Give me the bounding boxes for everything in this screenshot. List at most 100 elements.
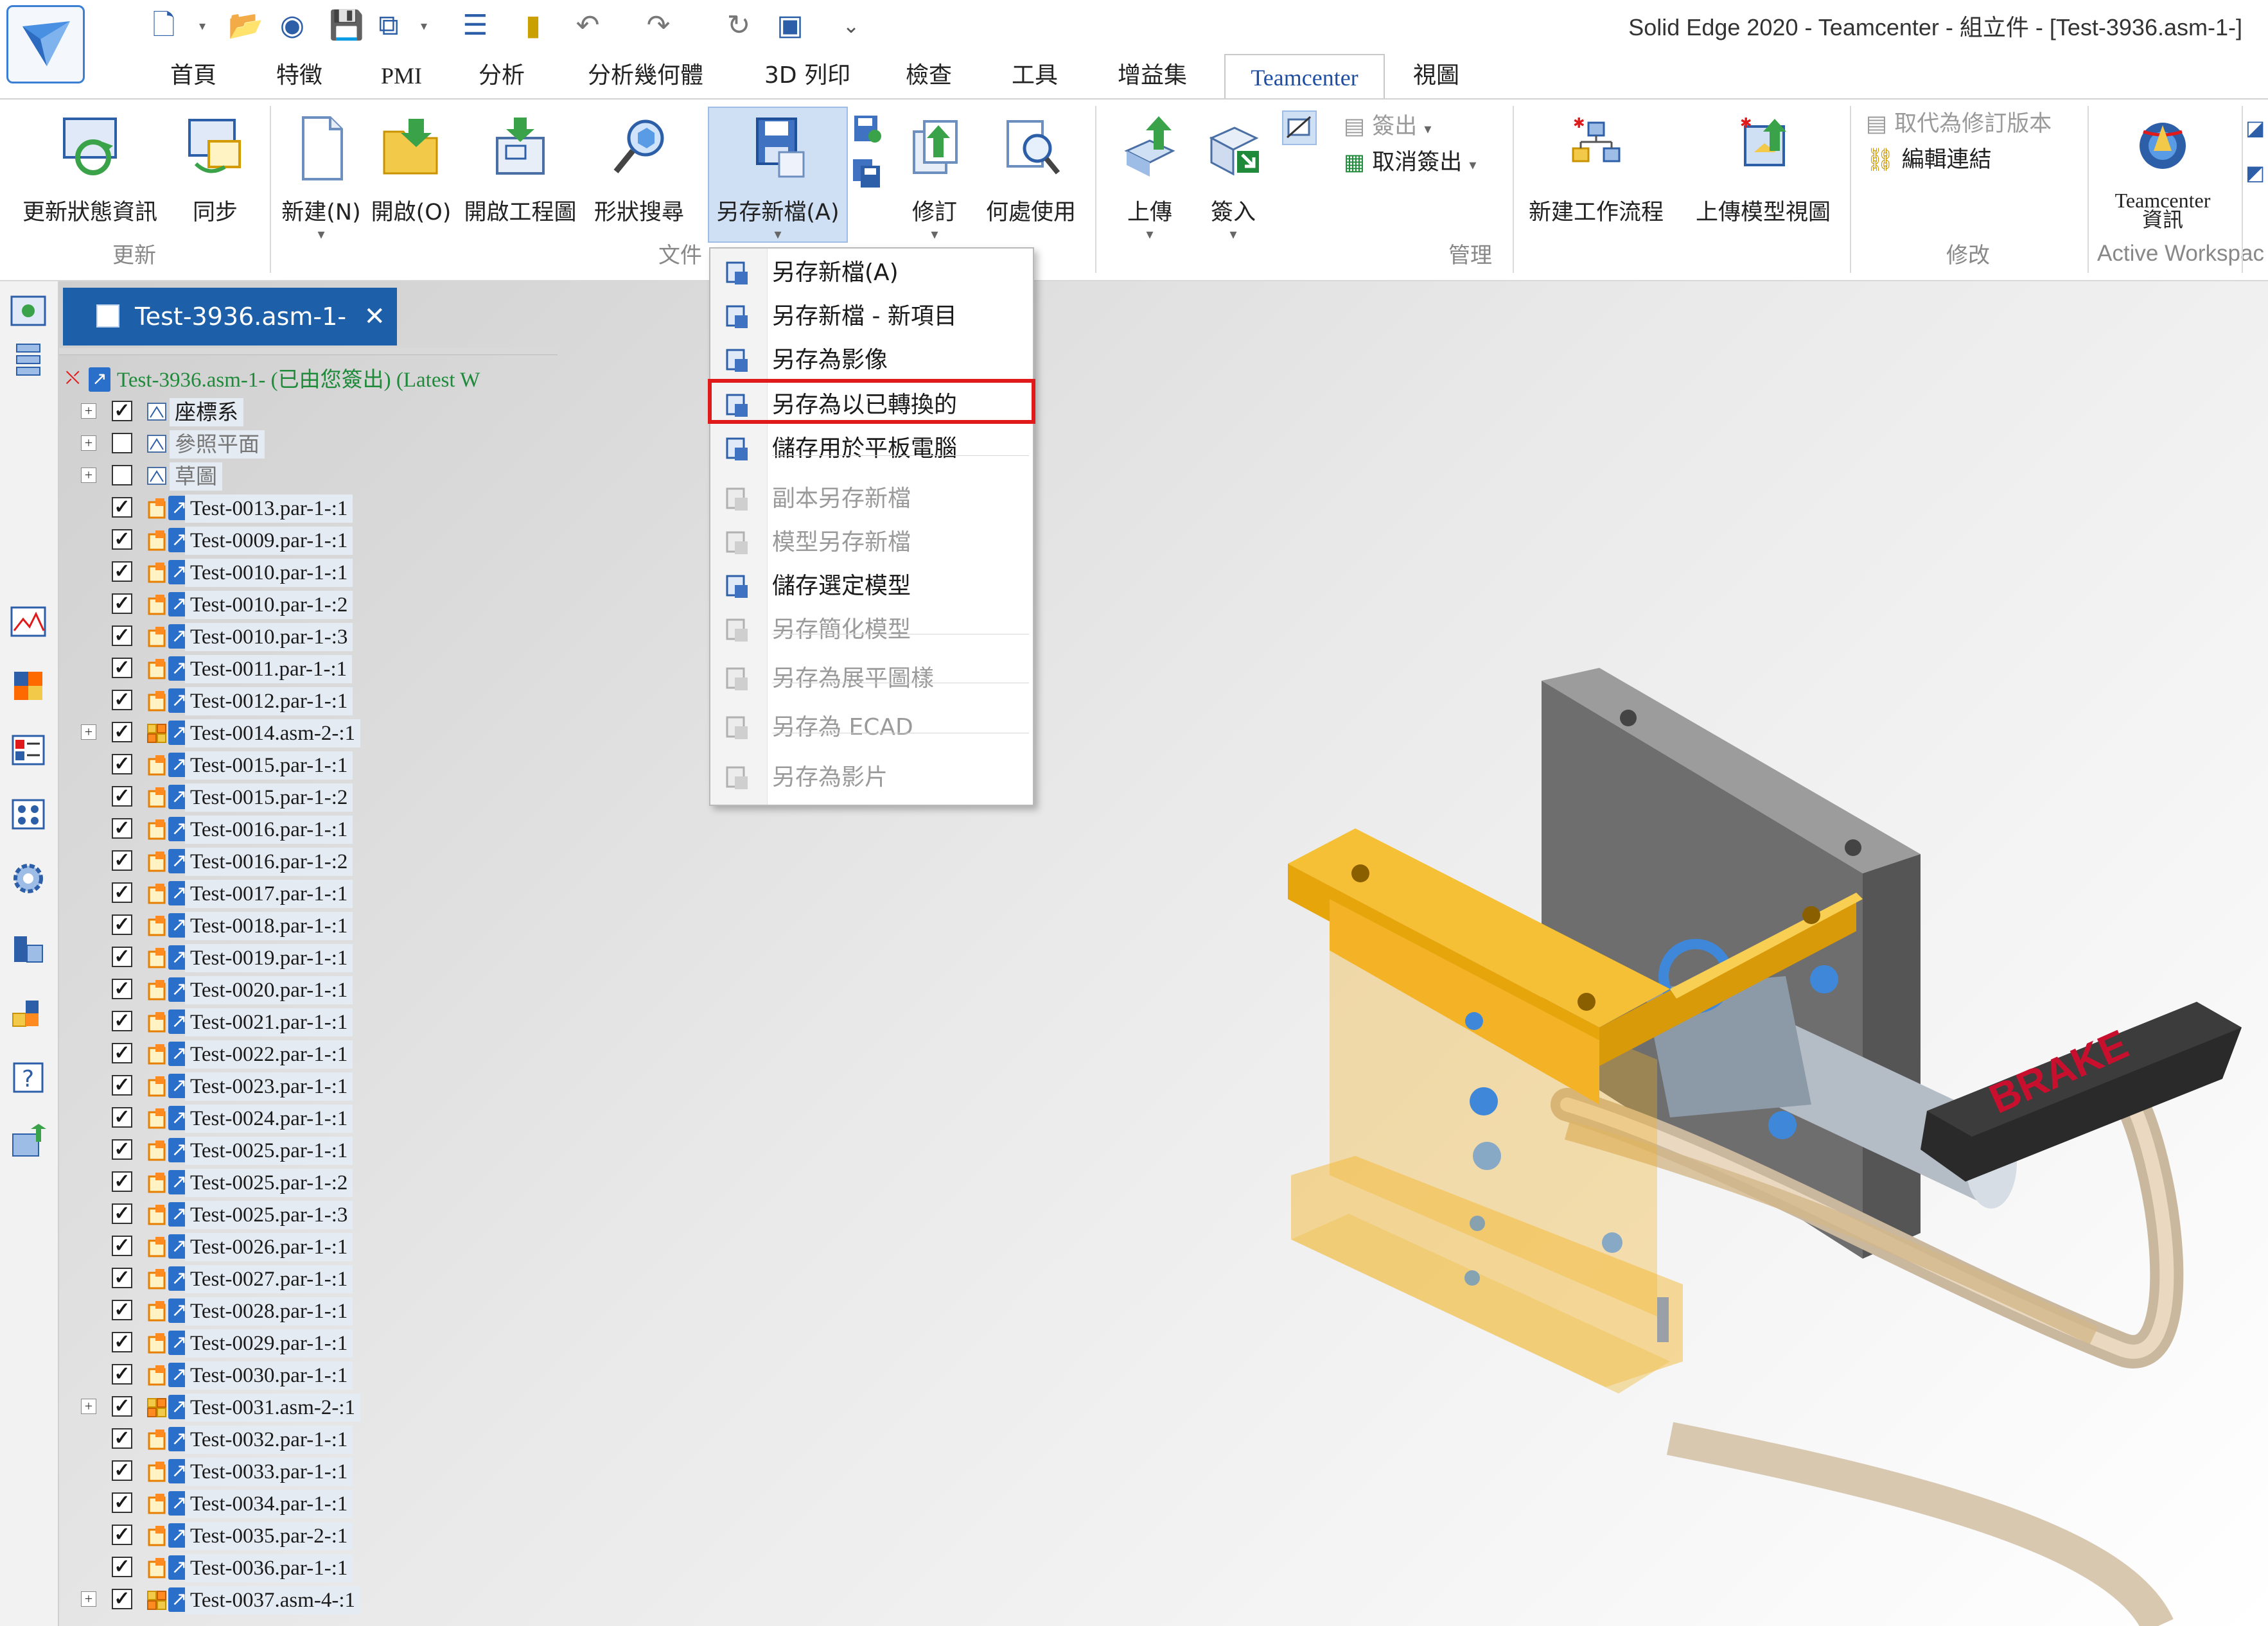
menu-item[interactable]: 另存為 ECAD [710, 707, 1033, 748]
settings-gear-icon[interactable] [8, 859, 50, 898]
menu-item[interactable]: 模型另存新檔 [710, 522, 1033, 563]
open-button[interactable]: 開啟(O) [369, 112, 453, 227]
edit-link-button[interactable]: ⛓ 編輯連結 [1866, 144, 1992, 176]
expand-icon[interactable]: + [81, 1399, 96, 1414]
visibility-checkbox[interactable]: ✓ [112, 1460, 132, 1481]
upload-button[interactable]: 上傳 ▾ [1108, 112, 1191, 243]
cancel-check-out-button[interactable]: ▦ 取消簽出 ▾ [1344, 146, 1476, 179]
pathfinder-icon[interactable] [8, 292, 50, 330]
book-icon[interactable]: ▮ [517, 8, 549, 44]
tab-analysis[interactable]: 分析 [479, 57, 525, 95]
visibility-checkbox[interactable]: ✓ [112, 1525, 132, 1545]
visibility-checkbox[interactable]: ✓ [112, 1236, 132, 1256]
extra-ribbon-icon[interactable]: ◪ [2246, 116, 2268, 141]
sync-button[interactable]: 同步 [180, 112, 251, 227]
tab-pmi[interactable]: PMI [381, 57, 422, 95]
teamcenter-info-button[interactable]: Teamcenter 資訊 [2095, 112, 2230, 230]
tab-features[interactable]: 特徵 [276, 57, 322, 95]
visibility-checkbox[interactable]: ✓ [112, 979, 132, 999]
menu-item[interactable]: 儲存選定模型 [710, 566, 1033, 607]
upload-view-icon[interactable] [8, 1123, 50, 1161]
teamcenter-quick-icon[interactable]: ▣ [774, 8, 806, 44]
menu-item[interactable]: 另存為影片 [710, 757, 1033, 798]
repeat-icon[interactable]: ↻ [723, 8, 755, 44]
visibility-checkbox[interactable]: ✓ [112, 850, 132, 871]
color-manager-icon[interactable] [8, 667, 50, 705]
check-in-button[interactable]: 簽入 ▾ [1191, 112, 1275, 243]
visibility-checkbox[interactable]: ✓ [112, 1557, 132, 1577]
tab-home[interactable]: 首頁 [170, 57, 216, 95]
extra-ribbon-icon[interactable]: ◩ [2246, 161, 2268, 186]
shape-search-button[interactable]: 形狀搜尋 [588, 112, 690, 227]
visibility-checkbox[interactable]: ✓ [112, 1139, 132, 1160]
visibility-checkbox[interactable] [112, 465, 132, 485]
menu-item[interactable]: 另存新檔 - 新項目 [710, 296, 1033, 337]
tab-add-ins[interactable]: 增益集 [1118, 57, 1187, 95]
open-drawing-button[interactable]: 開啟工程圖 [459, 112, 581, 227]
visibility-checkbox[interactable]: ✓ [112, 1268, 132, 1288]
where-used-button[interactable]: 何處使用 [976, 112, 1086, 227]
visibility-checkbox[interactable]: ✓ [112, 690, 132, 710]
menu-item[interactable]: 副本另存新檔 [710, 478, 1033, 520]
visibility-checkbox[interactable]: ✓ [112, 722, 132, 742]
visibility-checkbox[interactable]: ✓ [112, 1203, 132, 1224]
visibility-checkbox[interactable]: ✓ [112, 1300, 132, 1320]
visibility-checkbox[interactable]: ✓ [112, 401, 132, 421]
visibility-checkbox[interactable]: ✓ [112, 1171, 132, 1192]
new-workflow-button[interactable]: ✱ 新建工作流程 [1519, 112, 1673, 227]
visibility-checkbox[interactable]: ✓ [112, 497, 132, 518]
app-logo-icon[interactable] [6, 5, 85, 83]
new-file-icon[interactable]: 🗋 [148, 8, 180, 44]
visibility-checkbox[interactable]: ✓ [112, 1075, 132, 1096]
save-icon[interactable]: 💾 [329, 8, 364, 44]
upload-model-view-button[interactable]: ✱ 上傳模型視圖 [1686, 112, 1840, 227]
replace-revision-button[interactable]: ▤ 取代為修訂版本 [1866, 108, 2052, 140]
visibility-checkbox[interactable] [112, 433, 132, 453]
visibility-checkbox[interactable]: ✓ [112, 818, 132, 839]
expand-icon[interactable]: + [81, 403, 96, 419]
expand-icon[interactable]: + [81, 1591, 96, 1607]
pathfinder-splitter[interactable] [59, 348, 558, 355]
document-tab[interactable]: Test-3936.asm-1- ✕ [63, 288, 397, 345]
save-all-icon[interactable]: ⧉ [373, 8, 405, 44]
toggle-view-icon[interactable] [1282, 110, 1317, 145]
visibility-checkbox[interactable]: ✓ [112, 529, 132, 550]
visibility-checkbox[interactable]: ✓ [112, 658, 132, 678]
revise-button[interactable]: 修訂 ▾ [896, 112, 973, 243]
check-out-button[interactable]: ▤ 簽出 ▾ [1344, 110, 1431, 143]
visibility-checkbox[interactable]: ✓ [112, 1107, 132, 1128]
chevron-down-icon[interactable]: ▾ [414, 8, 434, 44]
open-folder-icon[interactable]: 📂 [228, 8, 263, 44]
menu-item[interactable]: 另存新檔(A) [710, 252, 1033, 293]
visibility-checkbox[interactable]: ✓ [112, 1364, 132, 1385]
family-of-parts-icon[interactable] [8, 795, 50, 834]
visibility-checkbox[interactable]: ✓ [112, 561, 132, 582]
visibility-checkbox[interactable]: ✓ [112, 1011, 132, 1031]
visibility-checkbox[interactable]: ✓ [112, 786, 132, 807]
close-icon[interactable]: ✕ [364, 288, 385, 345]
undo-icon[interactable]: ↶ [572, 8, 604, 44]
customize-quick-access-icon[interactable]: ⌄ [835, 8, 867, 44]
visibility-checkbox[interactable]: ✓ [112, 882, 132, 903]
expand-icon[interactable]: + [81, 468, 96, 483]
tab-3d-print[interactable]: 3D 列印 [764, 57, 850, 95]
new-button[interactable]: 新建(N) ▾ [279, 112, 363, 243]
visibility-checkbox[interactable]: ✓ [112, 1396, 132, 1417]
tab-inspect[interactable]: 檢查 [906, 57, 952, 95]
menu-item[interactable]: 另存為展平圖樣 [710, 658, 1033, 699]
save-as-button[interactable]: 另存新檔(A) ▾ [708, 112, 848, 243]
visibility-checkbox[interactable]: ✓ [112, 754, 132, 774]
visibility-checkbox[interactable]: ✓ [112, 1332, 132, 1352]
globe-icon[interactable]: ◉ [276, 8, 308, 44]
visibility-checkbox[interactable]: ✓ [112, 593, 132, 614]
menu-item[interactable]: 另存簡化模型 [710, 609, 1033, 651]
properties-panel-icon[interactable] [8, 731, 50, 769]
small-save-icon[interactable] [849, 110, 885, 146]
tab-analysis-geometry[interactable]: 分析幾何體 [588, 57, 703, 95]
small-save-all-icon[interactable] [849, 155, 885, 191]
expand-icon[interactable]: + [81, 724, 96, 740]
visibility-checkbox[interactable]: ✓ [112, 947, 132, 967]
redo-icon[interactable]: ↷ [642, 8, 674, 44]
visibility-checkbox[interactable]: ✓ [112, 1043, 132, 1063]
visibility-checkbox[interactable]: ✓ [112, 1428, 132, 1449]
